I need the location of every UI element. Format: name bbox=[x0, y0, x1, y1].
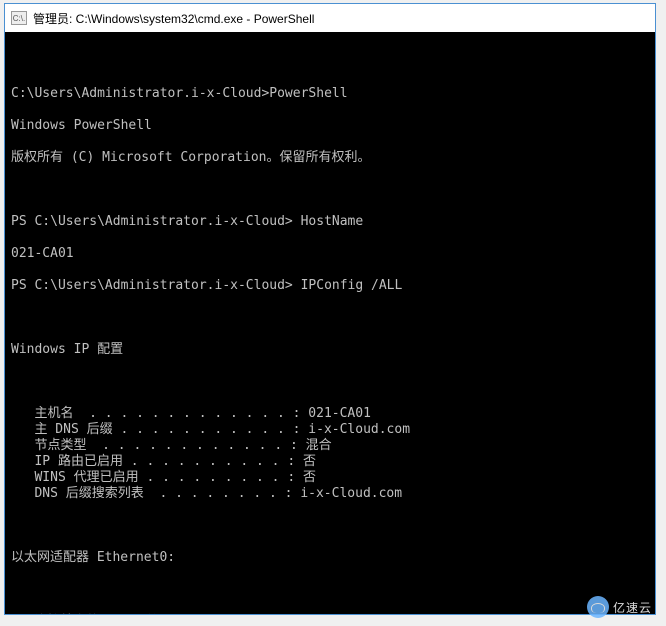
config-value: 混合 bbox=[298, 438, 332, 453]
blank-line bbox=[11, 582, 649, 598]
config-value: 否 bbox=[295, 470, 316, 485]
config-label: WINS 代理已启用 . . . . . . . . . : bbox=[11, 470, 295, 485]
config-label: 节点类型 . . . . . . . . . . . . : bbox=[11, 438, 298, 453]
ps-line: PS C:\Users\Administrator.i-x-Cloud> IPC… bbox=[11, 278, 649, 294]
config-row: DNS 后缀搜索列表 . . . . . . . . : i-x-Cloud.c… bbox=[11, 486, 649, 502]
adapter-section: 以太网适配器 Ethernet0: bbox=[11, 550, 649, 566]
cmd-line: C:\Users\Administrator.i-x-Cloud>PowerSh… bbox=[11, 86, 649, 102]
ps-header-1: Windows PowerShell bbox=[11, 118, 649, 134]
watermark-logo-icon bbox=[587, 596, 609, 618]
ps-input: HostName bbox=[301, 214, 364, 229]
terminal-window: C:\. 管理员: C:\Windows\system32\cmd.exe - … bbox=[4, 3, 656, 615]
cmd-input: PowerShell bbox=[269, 86, 347, 101]
config-value: 否 bbox=[295, 454, 316, 469]
blank-line bbox=[11, 310, 649, 326]
blank-line bbox=[11, 182, 649, 198]
ps-prompt: PS C:\Users\Administrator.i-x-Cloud> bbox=[11, 278, 293, 293]
watermark: 亿速云 bbox=[587, 596, 652, 618]
window-title: 管理员: C:\Windows\system32\cmd.exe - Power… bbox=[33, 10, 314, 27]
config-label: IP 路由已启用 . . . . . . . . . . : bbox=[11, 454, 295, 469]
cmd-icon: C:\. bbox=[11, 11, 27, 25]
ps-line: PS C:\Users\Administrator.i-x-Cloud> Hos… bbox=[11, 214, 649, 230]
blank-line bbox=[11, 518, 649, 534]
config-row: 节点类型 . . . . . . . . . . . . : 混合 bbox=[11, 438, 649, 454]
config-row: WINS 代理已启用 . . . . . . . . . : 否 bbox=[11, 470, 649, 486]
window-titlebar[interactable]: C:\. 管理员: C:\Windows\system32\cmd.exe - … bbox=[5, 4, 655, 32]
ps-header-2: 版权所有 (C) Microsoft Corporation。保留所有权利。 bbox=[11, 150, 649, 166]
config-row: IP 路由已启用 . . . . . . . . . . : 否 bbox=[11, 454, 649, 470]
watermark-text: 亿速云 bbox=[613, 599, 652, 616]
blank-line bbox=[11, 374, 649, 390]
config-value: i-x-Cloud.com bbox=[300, 422, 410, 437]
config-value: 021-CA01 bbox=[300, 406, 370, 421]
config-row: 主 DNS 后缀 . . . . . . . . . . . : i-x-Clo… bbox=[11, 422, 649, 438]
config-label: 主 DNS 后缀 . . . . . . . . . . . : bbox=[11, 422, 300, 437]
config-value: i-x-Cloud.com bbox=[293, 486, 403, 501]
ps-input: IPConfig /ALL bbox=[301, 278, 403, 293]
cmd-prompt: C:\Users\Administrator.i-x-Cloud> bbox=[11, 86, 269, 101]
config-label: DNS 后缀搜索列表 . . . . . . . . : bbox=[11, 486, 293, 501]
blank-line bbox=[11, 54, 649, 70]
ps-prompt: PS C:\Users\Administrator.i-x-Cloud> bbox=[11, 214, 293, 229]
hostname-output: 021-CA01 bbox=[11, 246, 649, 262]
config-label: 主机名 . . . . . . . . . . . . . : bbox=[11, 406, 300, 421]
config-row: 主机名 . . . . . . . . . . . . . : 021-CA01 bbox=[11, 406, 649, 422]
terminal-body[interactable]: C:\Users\Administrator.i-x-Cloud>PowerSh… bbox=[5, 32, 655, 614]
ipconfig-section: Windows IP 配置 bbox=[11, 342, 649, 358]
